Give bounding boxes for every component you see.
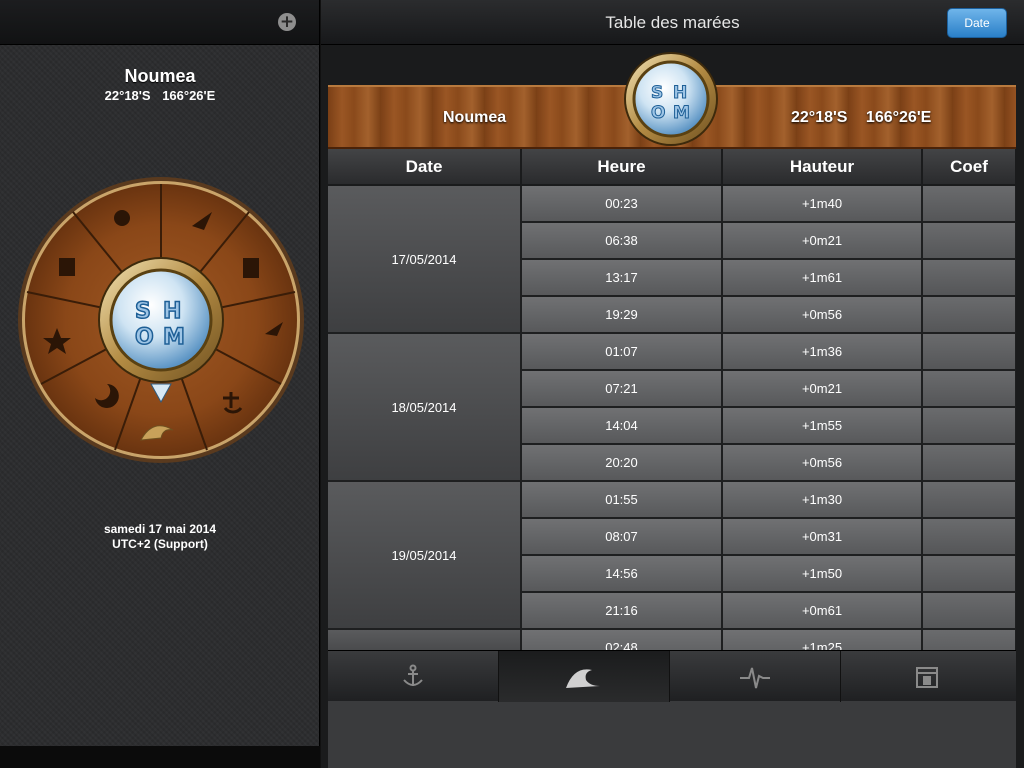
time-cell: 20:20 [521,444,723,482]
location-name: Noumea [124,66,196,86]
svg-text:O: O [651,103,665,123]
column-header-date[interactable]: Date [328,149,522,186]
table-scroll-area[interactable]: Date Heure Hauteur Coef 17/05/2014 00:23 +… [328,149,1016,650]
table-row[interactable]: 17/05/2014 00:23 +1m40 [328,185,1016,334]
height-cell: +1m25 [722,629,923,650]
coef-cell [922,481,1016,519]
coef-cell [922,370,1016,408]
coef-cell [922,333,1016,371]
coef-cell [922,592,1016,630]
height-cell: +1m50 [722,555,923,593]
add-location-icon[interactable]: + [278,13,296,31]
pulse-icon [740,667,770,688]
left-footer [0,746,320,768]
tab-graph[interactable] [670,651,841,702]
svg-text:H: H [673,83,687,103]
table-row[interactable]: 19/05/2014 01:55 +1m30 [328,481,1016,630]
banner-city: Noumea [443,109,507,126]
height-cell: +0m56 [722,296,923,334]
tab-tides[interactable] [499,651,670,702]
navigation-wheel: S H O M [18,177,304,463]
anchor-icon [403,664,423,686]
svg-text:H: H [163,299,181,324]
svg-text:O: O [135,325,154,350]
date-cell: 18/05/2014 [328,333,522,482]
height-cell: +0m56 [722,444,923,482]
table-row-partial[interactable]: 02:48 +1m25 [328,629,1016,650]
coef-cell [922,185,1016,223]
time-cell: 14:56 [521,555,723,593]
time-cell: 00:23 [521,185,723,223]
coef-cell [922,296,1016,334]
time-cell: 13:17 [521,259,723,297]
svg-text:M: M [673,103,690,123]
banner-coordinates: 22°18'S 166°26'E [791,109,932,126]
height-cell: +1m61 [722,259,923,297]
tab-anchor[interactable] [328,651,499,702]
svg-text:S: S [651,83,663,103]
height-cell: +0m61 [722,592,923,630]
time-cell: 14:04 [521,407,723,445]
table-row[interactable]: 18/05/2014 01:07 +1m36 [328,333,1016,482]
time-cell: 01:07 [521,333,723,371]
time-cell: 02:48 [521,629,723,650]
height-cell: +1m40 [722,185,923,223]
time-cell: 19:29 [521,296,723,334]
coef-cell [922,259,1016,297]
wave-icon [566,668,600,688]
column-header-height[interactable]: Hauteur [722,149,923,186]
height-cell: +1m30 [722,481,923,519]
tab-calendar[interactable] [841,651,1012,702]
height-cell: +0m31 [722,518,923,556]
left-panel: + Noumea 22°18'S 166°26'E S H O M samedi… [0,0,320,768]
coef-cell [922,407,1016,445]
date-button[interactable]: Date [947,8,1007,38]
svg-text:S: S [135,299,151,324]
right-panel: Table des marées Date Noumea 22°18'S 166… [321,0,1024,768]
tab-bar [328,650,1016,702]
coef-cell [922,629,1016,650]
time-cell: 08:07 [521,518,723,556]
time-cell: 07:21 [521,370,723,408]
coef-cell [922,222,1016,260]
nav-bar: Table des marées Date [321,0,1024,45]
time-cell: 01:55 [521,481,723,519]
height-cell: +0m21 [722,222,923,260]
time-cell: 06:38 [521,222,723,260]
left-toolbar [0,0,319,45]
date-cell: 17/05/2014 [328,185,522,334]
timezone-label: UTC+2 (Support) [112,537,208,551]
height-cell: +1m36 [722,333,923,371]
column-header-coef[interactable]: Coef [922,149,1016,186]
shom-logo: S H O M [624,52,718,146]
height-cell: +1m55 [722,407,923,445]
date-cell [328,629,522,650]
coef-cell [922,555,1016,593]
coef-cell [922,444,1016,482]
tide-table: Date Heure Hauteur Coef 17/05/2014 00:23 +… [328,149,1016,650]
height-cell: +0m21 [722,370,923,408]
date-cell: 19/05/2014 [328,481,522,630]
time-cell: 21:16 [521,592,723,630]
svg-text:M: M [163,325,185,350]
page-title: Table des marées [605,13,740,32]
coef-cell [922,518,1016,556]
calendar-icon [915,666,938,688]
location-coordinates: 22°18'S 166°26'E [104,88,216,103]
current-date: samedi 17 mai 2014 [103,522,217,536]
column-header-time[interactable]: Heure [521,149,723,186]
